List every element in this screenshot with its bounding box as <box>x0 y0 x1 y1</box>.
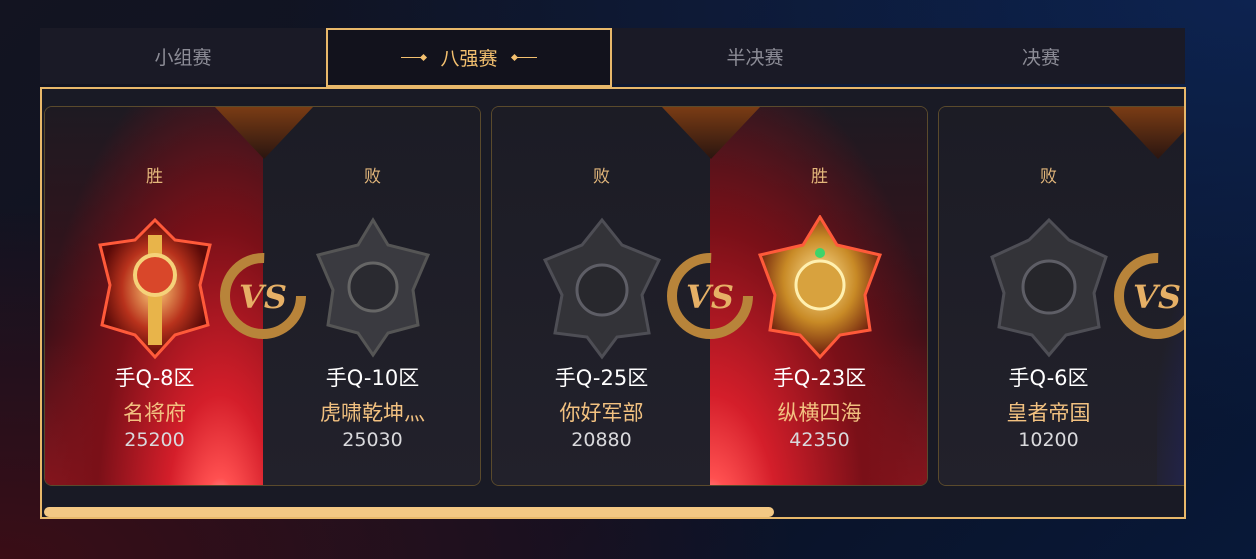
vs-icon: VS <box>1114 253 1184 339</box>
vs-icon: VS <box>220 253 306 339</box>
match-card[interactable]: 败 手Q-6区 皇者帝国 10200 VS <box>938 106 1184 486</box>
team-score: 20880 <box>571 429 632 451</box>
team-zone: 手Q-6区 <box>1008 366 1089 390</box>
tab-label: 决赛 <box>1021 46 1060 69</box>
result-label: 胜 <box>811 167 828 187</box>
gold-lion-emblem-icon <box>757 215 882 360</box>
tab-semifinal[interactable]: 半决赛 <box>612 28 898 84</box>
result-label: 败 <box>364 167 381 187</box>
tab-group-stage[interactable]: 小组赛 <box>40 28 326 84</box>
red-gold-hammer-emblem-icon <box>97 217 212 360</box>
tab-label: 小组赛 <box>154 46 212 69</box>
matches-panel[interactable]: 胜 手Q-8区 名将府 25200 败 手Q-10区 虎啸乾坤灬 25030 V… <box>40 87 1186 519</box>
svg-text:VS: VS <box>1133 278 1181 316</box>
team-zone: 手Q-8区 <box>114 366 195 390</box>
grey-demon-emblem-icon <box>315 217 430 358</box>
match-card[interactable]: 胜 手Q-8区 名将府 25200 败 手Q-10区 虎啸乾坤灬 25030 V… <box>44 106 481 486</box>
right-arrow-deco-icon <box>510 53 537 62</box>
result-label: 胜 <box>146 167 163 187</box>
round-tabs: 小组赛 八强赛 半决赛 决赛 <box>40 28 1185 87</box>
team-score: 42350 <box>789 429 850 451</box>
match-card[interactable]: 败 手Q-25区 你好军部 20880 胜 手Q-23区 纵横四海 42350 <box>491 106 928 486</box>
result-label: 败 <box>593 167 610 187</box>
team-zone: 手Q-25区 <box>554 366 649 390</box>
team-zone: 手Q-23区 <box>772 366 867 390</box>
guild-name: 名将府 <box>123 401 186 425</box>
vs-icon: VS <box>667 253 753 339</box>
result-label: 败 <box>1040 167 1057 187</box>
tab-final[interactable]: 决赛 <box>898 28 1184 84</box>
grey-wolf-emblem-icon <box>989 217 1108 358</box>
left-arrow-deco-icon <box>401 53 428 62</box>
guild-name: 皇者帝国 <box>1006 401 1091 425</box>
team-score: 25200 <box>124 429 185 451</box>
horizontal-scrollbar-thumb[interactable] <box>44 507 774 517</box>
svg-text:VS: VS <box>239 278 287 316</box>
guild-name: 虎啸乾坤灬 <box>320 401 425 425</box>
tab-quarterfinal[interactable]: 八强赛 <box>326 28 612 87</box>
team-score: 10200 <box>1018 429 1079 451</box>
team-zone: 手Q-10区 <box>325 366 420 390</box>
grey-warlord-emblem-icon <box>542 217 661 360</box>
guild-name: 纵横四海 <box>777 401 862 425</box>
tab-label: 半决赛 <box>726 46 784 69</box>
tab-label: 八强赛 <box>440 48 498 70</box>
guild-name: 你好军部 <box>559 401 644 425</box>
svg-text:VS: VS <box>686 278 734 316</box>
team-score: 25030 <box>342 429 403 451</box>
